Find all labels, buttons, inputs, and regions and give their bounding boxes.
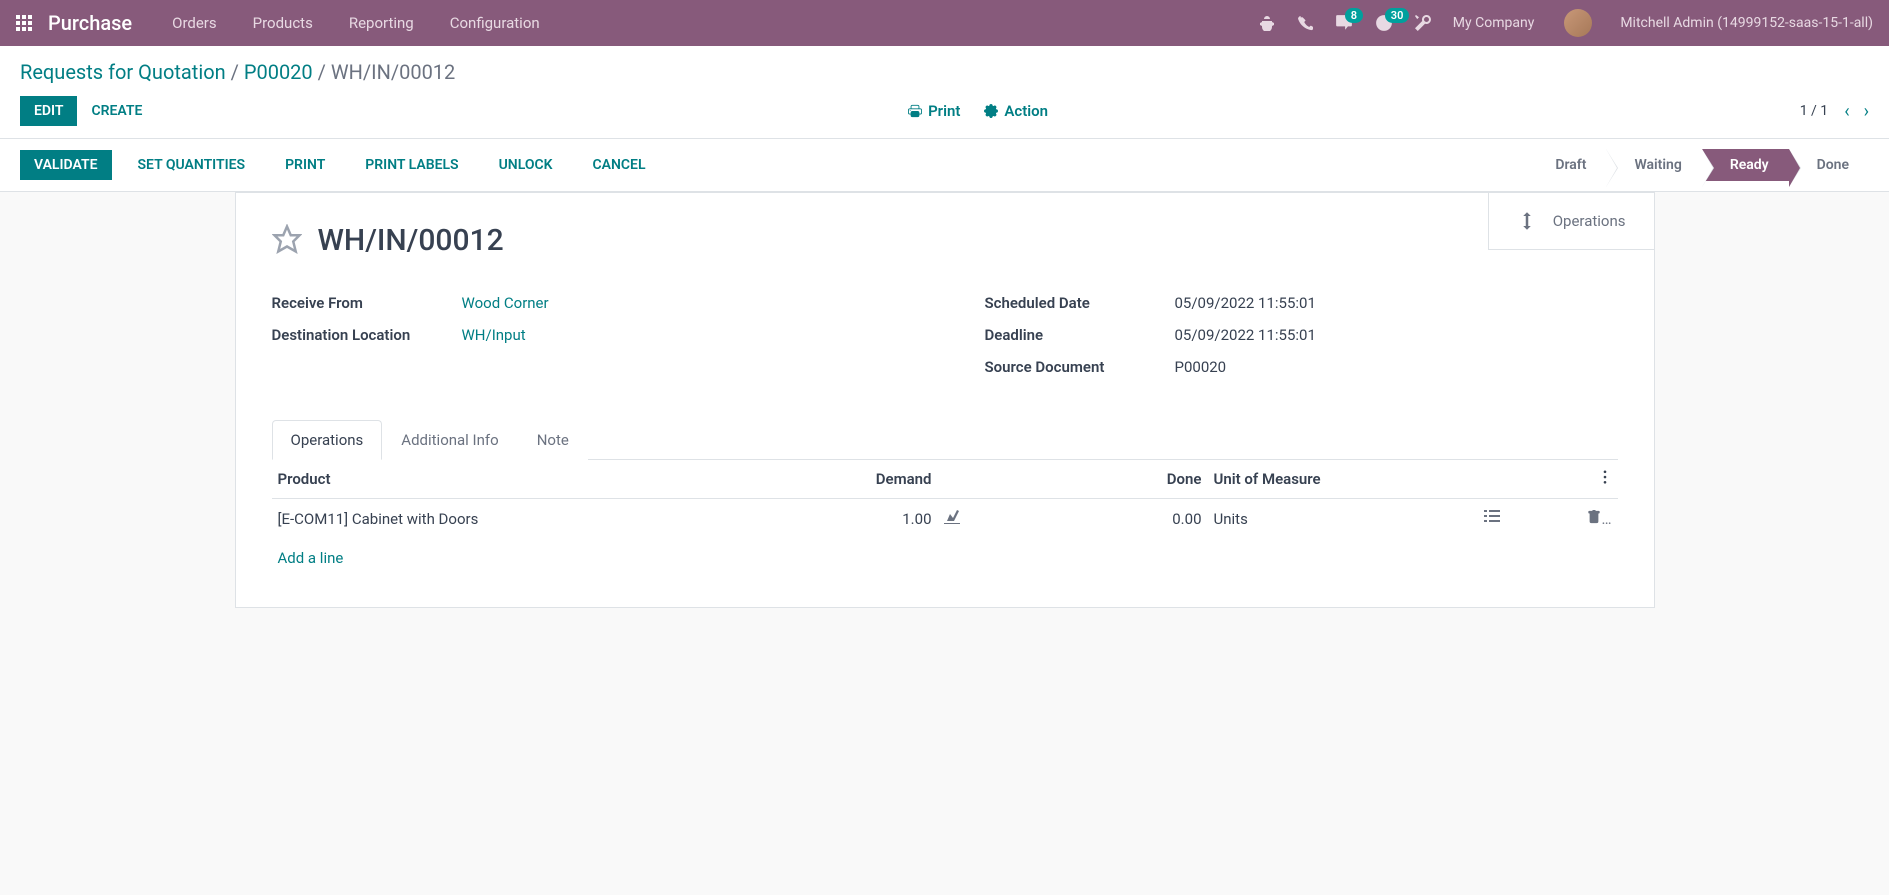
breadcrumb: Requests for Quotation / P00020 / WH/IN/…	[20, 60, 455, 84]
add-line-row[interactable]: Add a line	[272, 539, 1618, 577]
actions-bar: Edit Create Print Action 1 / 1 ‹ ›	[0, 84, 1889, 139]
doc-title: WH/IN/00012	[318, 223, 504, 258]
pager[interactable]: 1 / 1	[1800, 103, 1828, 119]
receive-from-value[interactable]: Wood Corner	[462, 294, 549, 312]
nav-item-configuration[interactable]: Configuration	[450, 14, 540, 32]
tab-note[interactable]: Note	[518, 420, 588, 460]
company-switcher[interactable]: My Company	[1453, 15, 1535, 31]
status-waiting[interactable]: Waiting	[1606, 149, 1701, 181]
th-options[interactable]	[1578, 460, 1618, 499]
clock-badge: 30	[1385, 8, 1410, 23]
star-icon[interactable]	[272, 224, 302, 258]
source-value: P00020	[1175, 358, 1227, 376]
set-quantities-button[interactable]: Set Quantities	[124, 150, 260, 180]
gear-icon	[984, 104, 998, 118]
chat-icon[interactable]: 8	[1335, 14, 1353, 32]
scheduled-label: Scheduled Date	[985, 294, 1175, 312]
source-label: Source Document	[985, 358, 1175, 376]
tab-operations[interactable]: Operations	[272, 420, 383, 460]
nav-item-products[interactable]: Products	[253, 14, 313, 32]
validate-button[interactable]: Validate	[20, 150, 112, 180]
cell-done: 0.00	[988, 499, 1208, 540]
kebab-icon	[1598, 470, 1612, 484]
th-product[interactable]: Product	[272, 460, 798, 499]
cell-demand: 1.00	[798, 499, 938, 540]
delete-icon[interactable]: …	[1587, 510, 1611, 528]
nav-menu: Orders Products Reporting Configuration	[172, 14, 1259, 32]
receive-from-label: Receive From	[272, 294, 462, 312]
deadline-label: Deadline	[985, 326, 1175, 344]
breadcrumb-current: WH/IN/00012	[331, 60, 455, 84]
edit-button[interactable]: Edit	[20, 96, 77, 126]
detail-icon[interactable]	[1484, 511, 1500, 529]
cell-product: [E-COM11] Cabinet with Doors	[272, 499, 798, 540]
status-ready[interactable]: Ready	[1702, 149, 1789, 181]
app-name[interactable]: Purchase	[48, 11, 132, 35]
pager-next[interactable]: ›	[1864, 101, 1869, 122]
nav-item-orders[interactable]: Orders	[172, 14, 217, 32]
dest-label: Destination Location	[272, 326, 462, 344]
dest-value[interactable]: WH/Input	[462, 326, 526, 344]
print-button[interactable]: Print	[908, 102, 960, 120]
cell-uom: Units	[1208, 499, 1478, 540]
th-done[interactable]: Done	[988, 460, 1208, 499]
tabs: Operations Additional Info Note	[272, 420, 1618, 460]
tab-additional[interactable]: Additional Info	[382, 420, 517, 460]
status-draft[interactable]: Draft	[1527, 149, 1606, 181]
status-bar: Draft Waiting Ready Done	[1527, 149, 1869, 181]
breadcrumb-root[interactable]: Requests for Quotation	[20, 60, 226, 84]
apps-icon[interactable]	[16, 15, 32, 31]
print2-button[interactable]: Print	[271, 150, 339, 180]
deadline-value: 05/09/2022 11:55:01	[1175, 326, 1316, 344]
chat-badge: 8	[1345, 8, 1363, 23]
nav-right: 8 30 My Company Mitchell Admin (14999152…	[1259, 9, 1873, 37]
status-done[interactable]: Done	[1789, 149, 1869, 181]
th-demand[interactable]: Demand	[798, 460, 938, 499]
action-button[interactable]: Action	[984, 102, 1048, 120]
create-button[interactable]: Create	[77, 96, 156, 126]
cancel-button[interactable]: Cancel	[579, 150, 660, 180]
tools-icon[interactable]	[1415, 15, 1431, 31]
nav-item-reporting[interactable]: Reporting	[349, 14, 414, 32]
form-sheet: Operations WH/IN/00012 Receive From Wood…	[235, 192, 1655, 608]
clock-icon[interactable]: 30	[1375, 14, 1393, 32]
th-uom[interactable]: Unit of Measure	[1208, 460, 1478, 499]
forecast-icon[interactable]	[944, 511, 960, 529]
avatar[interactable]	[1564, 9, 1592, 37]
add-line-link[interactable]: Add a line	[272, 539, 1618, 577]
scheduled-value: 05/09/2022 11:55:01	[1175, 294, 1316, 312]
breadcrumb-bar: Requests for Quotation / P00020 / WH/IN/…	[0, 46, 1889, 84]
table-row[interactable]: [E-COM11] Cabinet with Doors 1.00 0.00 U…	[272, 499, 1618, 540]
toolbar: Validate Set Quantities Print Print Labe…	[0, 139, 1889, 192]
phone-icon[interactable]	[1297, 15, 1313, 31]
username[interactable]: Mitchell Admin (14999152-saas-15-1-all)	[1620, 15, 1873, 31]
operations-table: Product Demand Done Unit of Measure [E-C…	[272, 460, 1618, 577]
pager-prev[interactable]: ‹	[1844, 101, 1849, 122]
breadcrumb-parent[interactable]: P00020	[244, 60, 313, 84]
print-icon	[908, 104, 922, 118]
bug-icon[interactable]	[1259, 15, 1275, 31]
stat-operations[interactable]: Operations	[1488, 192, 1655, 250]
top-nav: Purchase Orders Products Reporting Confi…	[0, 0, 1889, 46]
unlock-button[interactable]: Unlock	[485, 150, 567, 180]
double-arrow-icon	[1517, 209, 1537, 233]
print-labels-button[interactable]: Print Labels	[351, 150, 472, 180]
